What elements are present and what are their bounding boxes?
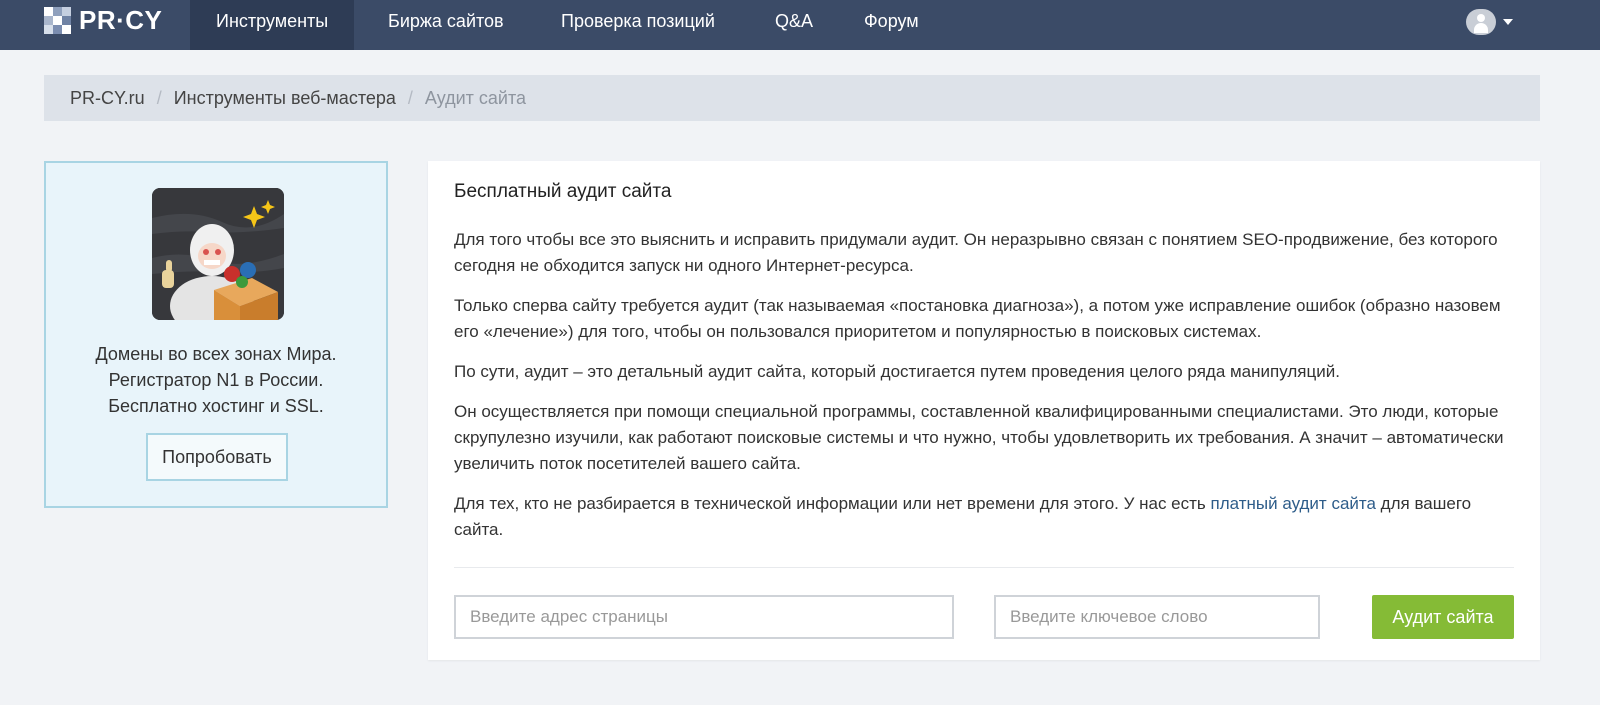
paragraph-paid-audit: Для тех, кто не разбирается в техническо… bbox=[454, 491, 1524, 543]
logo-text: PR·CY bbox=[79, 4, 163, 35]
try-button[interactable]: Попробовать bbox=[146, 433, 288, 481]
ad-text-line: Домены во всех зонах Мира. bbox=[95, 344, 337, 364]
chevron-down-icon bbox=[1503, 19, 1513, 25]
astronaut-box-illustration[interactable] bbox=[152, 188, 284, 320]
page-url-input[interactable] bbox=[454, 595, 954, 639]
paragraph-text: Для тех, кто не разбирается в техническо… bbox=[454, 494, 1211, 513]
top-navigation-bar: PR·CY Инструменты Биржа сайтов Проверка … bbox=[0, 0, 1600, 50]
paid-audit-link[interactable]: платный аудит сайта bbox=[1211, 494, 1376, 513]
keyword-input[interactable] bbox=[994, 595, 1320, 639]
paragraph: Он осуществляется при помощи специальной… bbox=[454, 402, 1504, 473]
ad-text-line: Бесплатно хостинг и SSL. bbox=[108, 396, 324, 416]
paragraph: Для того чтобы все это выяснить и исправ… bbox=[454, 230, 1498, 275]
nav-item-site-exchange[interactable]: Биржа сайтов bbox=[362, 0, 530, 50]
nav-item-forum[interactable]: Форум bbox=[838, 0, 945, 50]
paragraph: Только сперва сайту требуется аудит (так… bbox=[454, 296, 1501, 341]
nav-item-tools[interactable]: Инструменты bbox=[190, 0, 355, 50]
divider bbox=[454, 567, 1514, 568]
nav-item-position-check[interactable]: Проверка позиций bbox=[535, 0, 741, 50]
ad-text-line: Регистратор N1 в России. bbox=[108, 370, 324, 390]
breadcrumb-separator: / bbox=[407, 87, 413, 108]
nav-item-qa[interactable]: Q&A bbox=[749, 0, 839, 50]
site-logo[interactable]: PR·CY bbox=[44, 4, 163, 35]
ad-text: Домены во всех зонах Мира. Регистратор N… bbox=[46, 341, 386, 419]
breadcrumb-separator: / bbox=[156, 87, 162, 108]
user-menu[interactable] bbox=[1466, 8, 1513, 36]
logo-mark-icon bbox=[44, 6, 71, 34]
breadcrumb-home-link[interactable]: PR-CY.ru bbox=[70, 88, 145, 109]
ad-banner: Домены во всех зонах Мира. Регистратор N… bbox=[44, 161, 388, 508]
audit-card: Бесплатный аудит сайта Для того чтобы вс… bbox=[428, 161, 1540, 660]
article-body: Для того чтобы все это выяснить и исправ… bbox=[454, 227, 1524, 557]
page-title: Бесплатный аудит сайта bbox=[454, 181, 672, 202]
audit-submit-button[interactable]: Аудит сайта bbox=[1372, 595, 1514, 639]
paragraph: По сути, аудит – это детальный аудит сай… bbox=[454, 362, 1340, 381]
breadcrumb: PR-CY.ru / Инструменты веб-мастера / Ауд… bbox=[44, 75, 1540, 121]
breadcrumb-current: Аудит сайта bbox=[424, 87, 527, 108]
breadcrumb-tools-link[interactable]: Инструменты веб-мастера bbox=[174, 88, 396, 109]
user-avatar-icon bbox=[1466, 9, 1496, 35]
